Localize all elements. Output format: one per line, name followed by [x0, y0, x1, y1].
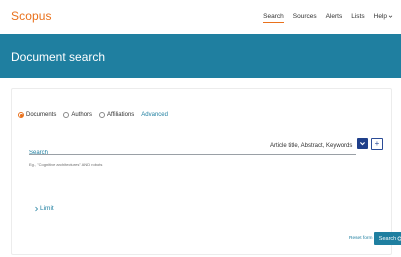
field-select[interactable]: Article title, Abstract, Keywords: [270, 140, 356, 155]
search-input[interactable]: [29, 146, 277, 160]
search-panel: Documents Authors Affiliations Advanced …: [11, 88, 401, 255]
tab-documents-label: Documents: [26, 112, 57, 118]
chevron-down-icon: [360, 142, 365, 146]
nav-sources[interactable]: Sources: [293, 13, 317, 22]
nav-alerts[interactable]: Alerts: [326, 13, 343, 22]
scopus-logo[interactable]: Scopus: [11, 9, 52, 23]
radio-documents[interactable]: [18, 112, 24, 118]
nav-help[interactable]: Help: [374, 13, 393, 22]
tab-authors[interactable]: Authors: [63, 112, 92, 118]
limit-toggle[interactable]: Limit: [34, 205, 54, 212]
chevron-down-icon: [388, 15, 393, 18]
main-nav: Search Sources Alerts Lists Help: [263, 13, 393, 23]
field-select-value: Article title, Abstract, Keywords: [270, 143, 353, 149]
advanced-search-link[interactable]: Advanced: [141, 112, 168, 118]
search-example-hint: Eg., "Cognitive architectures" AND robot…: [29, 162, 103, 167]
tab-affiliations-label: Affiliations: [107, 112, 135, 118]
radio-affiliations[interactable]: [99, 112, 106, 118]
search-button[interactable]: Search: [374, 232, 401, 245]
reset-form-link[interactable]: Reset form: [349, 236, 372, 241]
search-button-label: Search: [378, 235, 397, 242]
nav-help-label: Help: [373, 13, 387, 20]
search-icon: [397, 235, 401, 241]
tab-authors-label: Authors: [71, 112, 93, 118]
nav-lists[interactable]: Lists: [351, 13, 364, 22]
hero-banner: Document search: [0, 34, 401, 78]
tab-documents[interactable]: Documents: [18, 112, 56, 118]
field-dropdown-button[interactable]: [357, 138, 368, 149]
chevron-right-icon: [35, 206, 39, 211]
nav-search[interactable]: Search: [263, 13, 284, 23]
add-search-field-button[interactable]: +: [371, 138, 383, 150]
search-type-tabs: Documents Authors Affiliations Advanced: [18, 112, 168, 118]
plus-icon: +: [374, 139, 380, 148]
tab-affiliations[interactable]: Affiliations: [99, 112, 134, 118]
page-title: Document search: [11, 50, 106, 64]
limit-label: Limit: [40, 205, 54, 212]
radio-authors[interactable]: [63, 112, 70, 118]
search-field: [29, 141, 277, 160]
top-bar: Scopus Search Sources Alerts Lists Help: [0, 0, 401, 34]
